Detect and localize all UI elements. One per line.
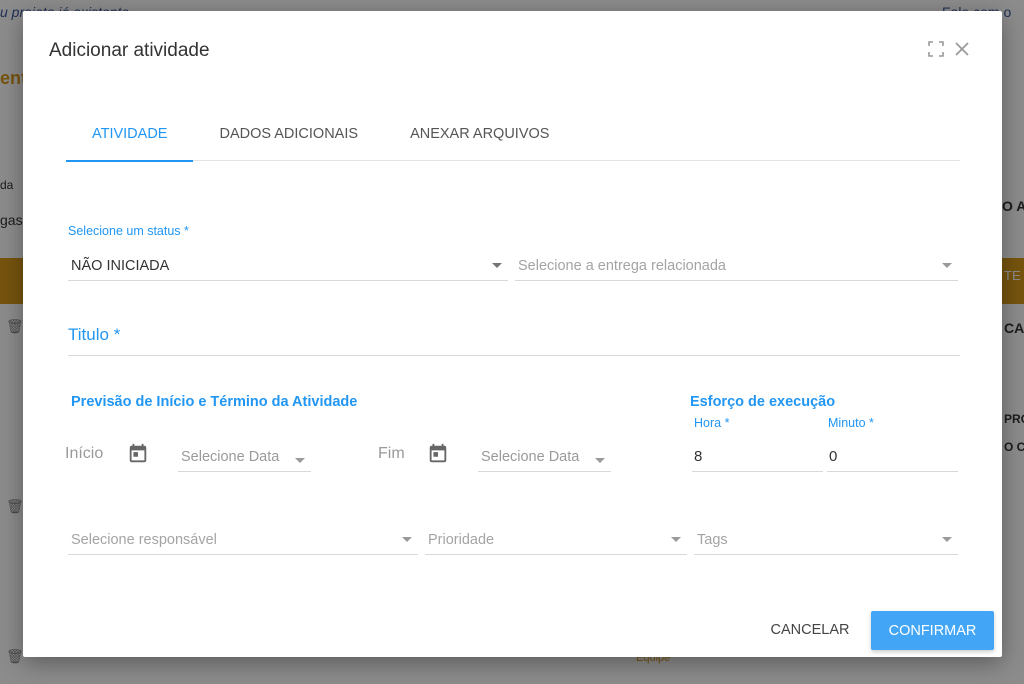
chevron-down-icon [942,263,952,268]
schedule-section-title: Previsão de Início e Término da Atividad… [71,394,358,410]
calendar-icon[interactable] [127,443,149,465]
title-label-text: Titulo [68,325,109,344]
minutes-input[interactable]: 0 [827,439,958,472]
minutes-label-text: Minuto [828,416,866,430]
priority-select[interactable]: Prioridade [425,522,687,555]
calendar-icon[interactable] [427,443,449,465]
required-mark: * [724,416,730,430]
required-mark: * [113,325,121,344]
status-label: Selecione um status * [68,224,189,238]
tags-select[interactable]: Tags [694,522,958,555]
end-label: Fim [378,445,405,462]
responsible-placeholder: Selecione responsável [71,532,217,548]
delivery-select[interactable]: Selecione a entrega relacionada [515,247,958,281]
chevron-down-icon [671,537,681,542]
tab-atividade[interactable]: Atividade [66,115,194,162]
tab-dados-adicionais[interactable]: Dados adicionais [193,115,384,161]
chevron-down-icon [492,263,502,268]
minutes-label: Minuto * [828,416,874,430]
delivery-placeholder: Selecione a entrega relacionada [518,258,726,274]
chevron-down-icon [595,458,605,463]
end-date-select[interactable]: Selecione Data [478,439,611,472]
effort-section-title: Esforço de execução [690,394,836,410]
hours-input[interactable]: 8 [692,439,823,472]
add-activity-dialog: Adicionar atividade Atividade Dados adic… [23,11,1002,657]
responsible-select[interactable]: Selecione responsável [68,522,418,555]
tags-placeholder: Tags [697,532,728,548]
status-select[interactable]: NÃO INICIADA [68,247,508,281]
tab-anexar-arquivos[interactable]: Anexar arquivos [384,115,575,161]
hours-value: 8 [694,448,703,465]
title-input[interactable]: Titulo * [68,319,960,356]
minutes-value: 0 [829,448,838,465]
start-date-placeholder: Selecione Data [181,449,280,465]
required-mark: * [869,416,874,430]
end-date-placeholder: Selecione Data [481,449,580,465]
cancel-button[interactable]: Cancelar [760,612,860,648]
start-date-select[interactable]: Selecione Data [178,439,311,472]
hours-label-text: Hora [694,416,722,430]
title-label: Titulo * [68,325,120,345]
start-label: Início [65,445,104,462]
tab-bar: Atividade Dados adicionais Anexar arquiv… [66,115,960,162]
chevron-down-icon [402,537,412,542]
confirm-button[interactable]: Confirmar [871,611,994,650]
priority-placeholder: Prioridade [428,532,495,548]
status-label-text: Selecione um status [68,224,181,238]
status-value: NÃO INICIADA [71,258,170,274]
dialog-title: Adicionar atividade [49,40,210,61]
fullscreen-icon[interactable] [926,39,946,59]
chevron-down-icon [295,458,305,463]
required-mark: * [184,224,189,238]
hours-label: Hora * [694,416,729,430]
chevron-down-icon [942,537,952,542]
close-icon[interactable] [952,39,972,59]
